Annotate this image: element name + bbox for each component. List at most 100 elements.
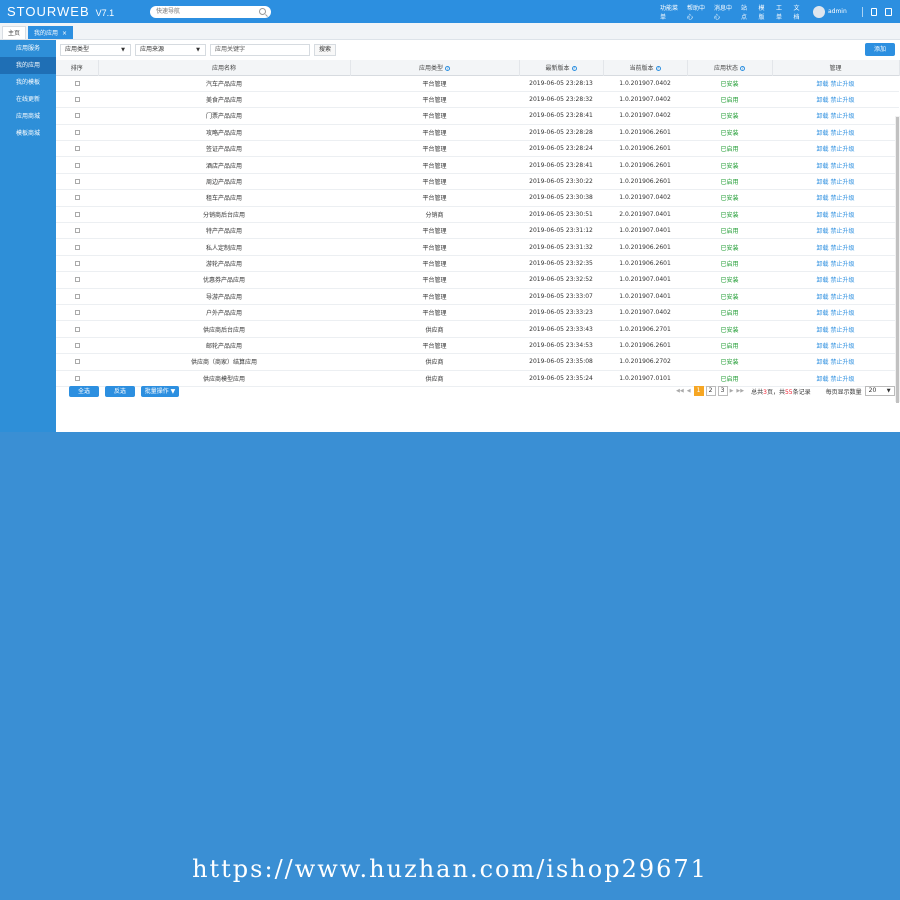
help-icon[interactable]: ? [445,65,450,71]
sidebar-item-app-service[interactable]: 应用服务 [0,40,56,57]
last-page-icon[interactable]: ▶▶ [736,388,744,394]
manage-links[interactable]: 卸载 禁止升级 [772,288,899,304]
page-1[interactable]: 1 [693,386,704,396]
table-row: 特产产品应用 平台管理 2019-06-05 23:31:12 1.0.201907.… [56,223,899,239]
manage-links[interactable]: 卸载 禁止升级 [772,223,899,239]
col-latest[interactable]: 最新版本? [519,60,604,75]
table-row: 周边产品应用 平台管理 2019-06-05 23:30:22 1.0.201906.… [56,173,899,190]
nav-item-tickets[interactable]: 工单 [776,3,786,21]
manage-links[interactable]: 卸载 禁止升级 [772,255,899,271]
nav-item-templates[interactable]: 模版 [758,3,768,21]
col-sort[interactable]: 排序 [56,60,99,75]
manage-links[interactable]: 卸载 禁止升级 [772,157,899,173]
shirt-icon[interactable] [870,7,878,16]
row-checkbox[interactable] [74,80,80,86]
manage-links[interactable]: 卸载 禁止升级 [772,141,899,157]
col-type[interactable]: 应用类型? [350,60,520,75]
row-checkbox[interactable] [74,129,80,135]
row-checkbox[interactable] [74,310,80,316]
help-icon[interactable]: ? [655,65,661,71]
row-checkbox[interactable] [74,293,80,299]
nav-item-docs[interactable]: 文档 [793,3,803,21]
help-icon[interactable]: ? [740,65,745,71]
row-checkbox[interactable] [74,113,80,119]
row-checkbox[interactable] [74,195,80,201]
sidebar-item-my-apps[interactable]: 我的应用 [0,57,56,74]
sidebar-item-app-store[interactable]: 应用商城 [0,108,56,125]
user-menu[interactable]: admin [812,5,847,18]
sidebar-item-online-update[interactable]: 在线更新 [0,91,56,108]
sidebar-item-template-store[interactable]: 模板商城 [0,125,56,142]
row-checkbox[interactable] [74,97,80,103]
close-icon[interactable]: × [62,30,67,37]
manage-links[interactable]: 卸载 禁止升级 [772,206,899,222]
manage-links[interactable]: 卸载 禁止升级 [772,173,899,189]
prev-page-icon[interactable]: ◀ [687,388,691,394]
source-select[interactable]: 应用来源 ▼ [135,44,206,56]
search-input[interactable] [150,5,250,18]
col-current[interactable]: 当前版本? [603,60,688,75]
manage-links[interactable]: 卸载 禁止升级 [772,91,899,107]
tab-my-apps[interactable]: 我的应用 × [28,26,74,39]
manage-links[interactable]: 卸载 禁止升级 [772,124,899,140]
app-logo[interactable]: STOURWEB V7.1 [7,4,147,19]
row-checkbox[interactable] [74,326,80,332]
avatar[interactable] [812,5,825,18]
per-page-select[interactable]: 20 ▼ [864,386,895,396]
keyword-input[interactable]: 应用关键字 [210,44,310,56]
scrollbar-thumb[interactable] [896,117,899,403]
manage-links[interactable]: 卸载 禁止升级 [772,108,899,124]
row-checkbox[interactable] [74,260,80,266]
select-all-button[interactable]: 全选 [69,385,99,397]
manage-links[interactable]: 卸载 禁止升级 [772,272,899,288]
row-checkbox[interactable] [74,228,80,234]
manage-links[interactable]: 卸载 禁止升级 [772,190,899,206]
nav-item-help[interactable]: 帮助中心 [687,3,706,21]
table-row: 签证产品应用 平台管理 2019-06-05 23:28:24 1.0.201906.… [56,141,899,157]
row-checkbox[interactable] [74,146,80,152]
first-page-icon[interactable]: ◀◀ [676,388,684,394]
current-version: 1.0.201906.2601 [619,161,671,169]
nav-item-messages[interactable]: 消息中心 [714,3,733,21]
help-icon[interactable]: ? [571,65,577,71]
manage-links[interactable]: 卸载 禁止升级 [772,354,899,370]
row-checkbox[interactable] [74,244,80,250]
manage-links[interactable]: 卸载 禁止升级 [772,75,899,91]
app-status: 已安装 [720,129,739,137]
latest-version: 2019-06-05 23:35:08 [529,358,593,366]
row-checkbox[interactable] [74,162,80,168]
manage-links[interactable]: 卸载 禁止升级 [772,239,899,255]
tab-home[interactable]: 主页 [2,26,27,39]
scrollbar[interactable] [895,116,900,403]
manage-links[interactable]: 卸载 禁止升级 [772,321,899,337]
row-checkbox[interactable] [74,359,80,365]
manage-links[interactable]: 卸载 禁止升级 [772,304,899,320]
row-checkbox[interactable] [74,211,80,217]
nav-item-site[interactable]: 站点 [741,3,751,21]
main-content: 应用类型 ▼ 应用来源 ▼ 应用关键字 搜索 添加 排序 应用名称 应用类型? 最新… [56,40,900,432]
logout-icon[interactable] [885,7,893,16]
add-button[interactable]: 添加 [865,43,895,56]
col-status[interactable]: 应用状态? [687,60,773,75]
next-page-icon[interactable]: ▶ [730,388,734,394]
page-2[interactable]: 2 [705,386,716,396]
app-name: 优惠券产品应用 [202,277,245,285]
manage-links[interactable]: 卸载 禁止升级 [772,337,899,353]
sidebar-item-my-templates[interactable]: 我的模板 [0,74,56,91]
invert-select-button[interactable]: 反选 [105,385,135,397]
row-checkbox[interactable] [74,179,80,185]
nav-item-function-menu[interactable]: 功能菜单 [660,3,679,21]
search-button[interactable]: 搜索 [314,44,336,56]
quick-search[interactable] [150,5,271,18]
user-name[interactable]: admin [828,8,847,15]
row-checkbox[interactable] [74,342,80,348]
batch-action-button[interactable]: 批量操作 ▼ [141,385,179,397]
search-icon[interactable] [259,7,266,15]
type-select[interactable]: 应用类型 ▼ [60,44,131,56]
page-3[interactable]: 3 [717,386,728,396]
row-checkbox[interactable] [74,277,80,283]
latest-version: 2019-06-05 23:30:22 [529,178,593,186]
app-status: 已安装 [720,244,739,252]
row-checkbox[interactable] [74,375,80,381]
tab-bar: 主页 我的应用 × [0,23,900,40]
